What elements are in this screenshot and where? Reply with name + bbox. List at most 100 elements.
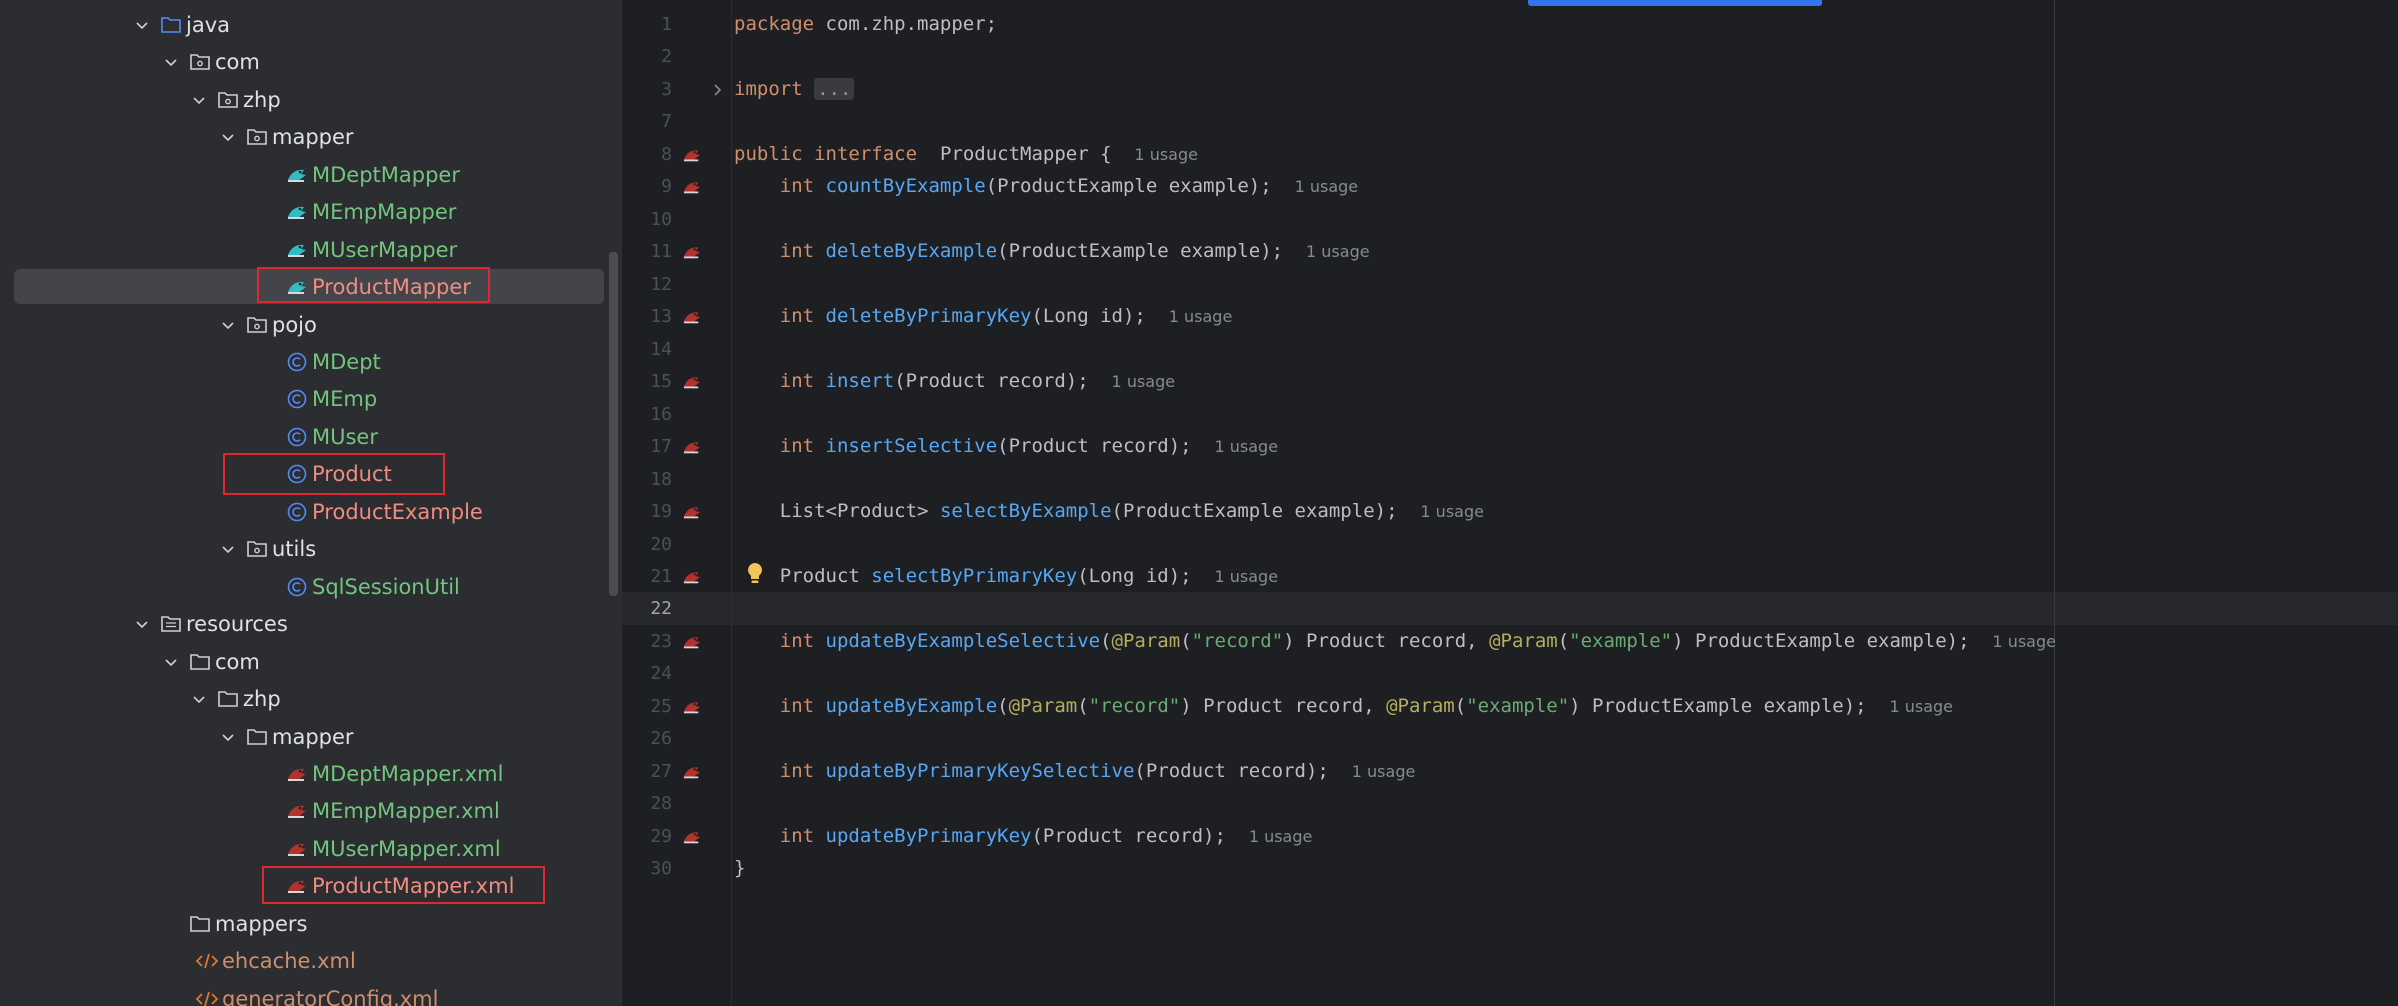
tree-item-java[interactable]: java bbox=[0, 6, 610, 43]
code-text: (Long id); bbox=[1077, 565, 1192, 587]
usage-hint[interactable]: 1 usage bbox=[1352, 762, 1416, 781]
code-line-23[interactable]: int updateByExampleSelective(@Param("rec… bbox=[734, 625, 2056, 658]
tree-item-resources[interactable]: resources bbox=[0, 605, 610, 642]
mybatis-navigation-icon[interactable] bbox=[680, 495, 704, 528]
code-line-17[interactable]: int insertSelective(Product record); 1 u… bbox=[734, 430, 1278, 463]
usage-hint[interactable]: 1 usage bbox=[1295, 177, 1359, 196]
chevron-down-icon[interactable] bbox=[185, 680, 213, 717]
chevron-down-icon[interactable] bbox=[214, 118, 242, 155]
usage-hint[interactable]: 1 usage bbox=[1889, 697, 1953, 716]
usage-hint[interactable]: 1 usage bbox=[1306, 242, 1370, 261]
code-text: (ProductExample example); bbox=[1111, 500, 1398, 522]
chevron-down-icon[interactable] bbox=[214, 530, 242, 567]
mybatis-navigation-icon[interactable] bbox=[680, 560, 704, 593]
tree-item-folder-mappers[interactable]: mappers bbox=[0, 905, 610, 942]
tree-item-mdept[interactable]: MDept bbox=[0, 343, 610, 380]
tree-item-musermapper[interactable]: MUserMapper bbox=[0, 231, 610, 268]
code-line-15[interactable]: int insert(Product record); 1 usage bbox=[734, 365, 1175, 398]
tree-item-package-utils[interactable]: utils bbox=[0, 530, 610, 567]
method-name: selectByExample bbox=[939, 500, 1112, 522]
chevron-down-icon[interactable] bbox=[214, 718, 242, 755]
mybatis-navigation-icon[interactable] bbox=[680, 625, 704, 658]
line-number: 18 bbox=[650, 469, 672, 490]
code-line-11[interactable]: int deleteByExample(ProductExample examp… bbox=[734, 235, 1370, 268]
chevron-down-icon[interactable] bbox=[128, 605, 156, 642]
line-number: 16 bbox=[650, 404, 672, 425]
mybatis-navigation-icon[interactable] bbox=[680, 365, 704, 398]
code-line-8[interactable]: public interface ProductMapper { 1 usage bbox=[734, 138, 1198, 171]
tree-item-mempmapper-xml[interactable]: MEmpMapper.xml bbox=[0, 792, 610, 829]
mybatis-navigation-icon[interactable] bbox=[680, 820, 704, 853]
code-line-29[interactable]: int updateByPrimaryKey(Product record); … bbox=[734, 820, 1313, 853]
return-type: Product bbox=[779, 565, 860, 587]
line-number: 8 bbox=[661, 144, 672, 165]
tree-item-package-zhp[interactable]: zhp bbox=[0, 81, 610, 118]
keyword: int bbox=[779, 305, 815, 327]
method-name: updateByExample bbox=[825, 695, 998, 717]
tree-item-label: mapper bbox=[272, 724, 354, 749]
usage-hint[interactable]: 1 usage bbox=[1134, 145, 1198, 164]
annotation: @Param bbox=[1489, 630, 1558, 652]
tree-item-mdeptmapper-xml[interactable]: MDeptMapper.xml bbox=[0, 755, 610, 792]
chevron-down-icon[interactable] bbox=[128, 6, 156, 43]
tree-item-package-mapper[interactable]: mapper bbox=[0, 118, 610, 155]
tree-item-productexample[interactable]: ProductExample bbox=[0, 493, 610, 530]
method-name: updateByPrimaryKeySelective bbox=[825, 760, 1135, 782]
keyword: public bbox=[734, 143, 803, 165]
tree-item-generatorconfig-xml[interactable]: generatorConfig.xml bbox=[0, 980, 610, 1006]
code-line-21[interactable]: Product selectByPrimaryKey(Long id); 1 u… bbox=[734, 560, 1278, 593]
tree-item-musermapper-xml[interactable]: MUserMapper.xml bbox=[0, 830, 610, 867]
mybatis-navigation-icon[interactable] bbox=[680, 138, 704, 171]
usage-hint[interactable]: 1 usage bbox=[1215, 437, 1279, 456]
chevron-down-icon[interactable] bbox=[157, 643, 185, 680]
code-line-27[interactable]: int updateByPrimaryKeySelective(Product … bbox=[734, 755, 1416, 788]
tree-item-sqlsessionutil[interactable]: SqlSessionUtil bbox=[0, 568, 610, 605]
mybatis-navigation-icon[interactable] bbox=[680, 690, 704, 723]
tree-item-muser[interactable]: MUser bbox=[0, 418, 610, 455]
tree-item-folder-mapper[interactable]: mapper bbox=[0, 718, 610, 755]
mybatis-navigation-icon[interactable] bbox=[680, 235, 704, 268]
usage-hint[interactable]: 1 usage bbox=[1992, 632, 2056, 651]
keyword: int bbox=[779, 630, 815, 652]
tree-item-package-pojo[interactable]: pojo bbox=[0, 306, 610, 343]
tree-item-mdeptmapper[interactable]: MDeptMapper bbox=[0, 156, 610, 193]
tree-scrollbar[interactable] bbox=[609, 252, 618, 596]
usage-hint[interactable]: 1 usage bbox=[1169, 307, 1233, 326]
chevron-down-icon[interactable] bbox=[157, 43, 185, 80]
code-line-1[interactable]: package com.zhp.mapper; bbox=[734, 8, 997, 41]
chevron-down-icon[interactable] bbox=[214, 306, 242, 343]
tree-item-folder-zhp[interactable]: zhp bbox=[0, 680, 610, 717]
code-text: (ProductExample example); bbox=[985, 175, 1272, 197]
tree-item-memp[interactable]: MEmp bbox=[0, 380, 610, 417]
chevron-down-icon[interactable] bbox=[185, 81, 213, 118]
keyword: int bbox=[779, 175, 815, 197]
usage-hint[interactable]: 1 usage bbox=[1249, 827, 1313, 846]
mybatis-navigation-icon[interactable] bbox=[680, 755, 704, 788]
code-line-3[interactable]: import ... bbox=[734, 73, 855, 106]
code-line-13[interactable]: int deleteByPrimaryKey(Long id); 1 usage bbox=[734, 300, 1233, 333]
mybatis-xml-icon bbox=[282, 792, 312, 829]
chevron-right-icon[interactable] bbox=[708, 78, 728, 102]
tree-item-label: zhp bbox=[243, 686, 281, 711]
code-line-9[interactable]: int countByExample(ProductExample exampl… bbox=[734, 170, 1358, 203]
mybatis-interface-icon bbox=[282, 156, 312, 193]
code-text: ) ProductExample example); bbox=[1672, 630, 1970, 652]
tree-item-folder-com[interactable]: com bbox=[0, 643, 610, 680]
mybatis-navigation-icon[interactable] bbox=[680, 170, 704, 203]
code-line-19[interactable]: List<Product> selectByExample(ProductExa… bbox=[734, 495, 1484, 528]
tree-item-mempmapper[interactable]: MEmpMapper bbox=[0, 193, 610, 230]
method-name: deleteByPrimaryKey bbox=[825, 305, 1032, 327]
project-tree-panel: java com zhp mapper MDeptMapper MEmpMapp… bbox=[0, 0, 622, 1006]
usage-hint[interactable]: 1 usage bbox=[1112, 372, 1176, 391]
code-line-30[interactable]: } bbox=[734, 852, 745, 885]
folded-imports[interactable]: ... bbox=[814, 78, 855, 100]
mybatis-navigation-icon[interactable] bbox=[680, 430, 704, 463]
usage-hint[interactable]: 1 usage bbox=[1214, 567, 1278, 586]
line-number: 13 bbox=[650, 306, 672, 327]
tree-item-ehcache-xml[interactable]: ehcache.xml bbox=[0, 942, 610, 979]
mybatis-navigation-icon[interactable] bbox=[680, 300, 704, 333]
code-line-25[interactable]: int updateByExample(@Param("record") Pro… bbox=[734, 690, 1953, 723]
usage-hint[interactable]: 1 usage bbox=[1420, 502, 1484, 521]
tree-item-package-com[interactable]: com bbox=[0, 43, 610, 80]
mybatis-interface-icon bbox=[282, 231, 312, 268]
